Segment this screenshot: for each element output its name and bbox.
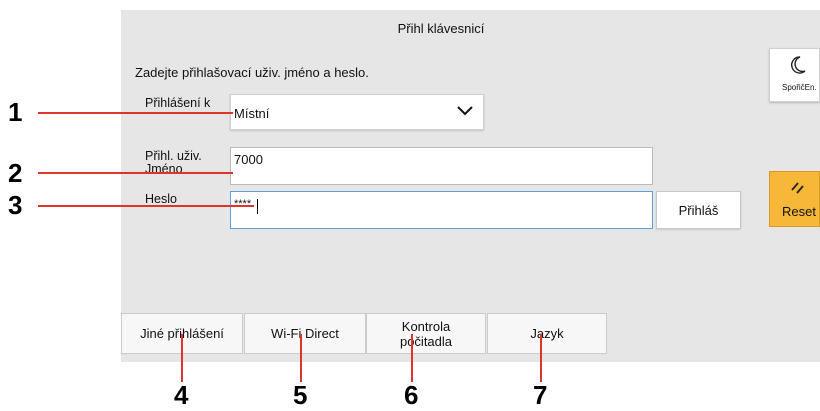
language-button[interactable]: Jazyk (487, 313, 607, 354)
callout-number-1: 1 (8, 97, 23, 127)
reset-icon (791, 182, 804, 194)
password-field[interactable]: **** (230, 191, 653, 229)
callout-line-1 (38, 112, 233, 114)
username-value: 7000 (234, 152, 263, 167)
username-field[interactable]: 7000 (230, 147, 653, 185)
sleep-label: SpořičEn. (782, 83, 817, 92)
counter-check-button[interactable]: Kontrola počitadla (366, 313, 486, 354)
instruction-text: Zadejte přihlašovací uživ. jméno a heslo… (135, 65, 369, 80)
callout-line-6 (411, 334, 413, 382)
login-to-value: Místní (234, 106, 270, 121)
login-to-label: Přihlášení k (145, 96, 211, 110)
callout-number-3: 3 (8, 190, 23, 220)
callout-number-6: 6 (404, 380, 419, 410)
callout-line-5 (300, 334, 302, 382)
callout-number-5: 5 (293, 380, 308, 410)
password-value: **** (234, 198, 252, 210)
callout-number-4: 4 (174, 380, 189, 410)
sleep-button[interactable]: SpořičEn. (769, 48, 820, 102)
moon-icon (791, 56, 806, 74)
callout-number-7: 7 (533, 380, 548, 410)
callout-line-4 (181, 334, 183, 382)
callout-line-3 (38, 205, 254, 207)
reset-label: Reset (782, 204, 816, 219)
wifi-direct-button[interactable]: Wi-Fi Direct (244, 313, 366, 354)
login-to-select[interactable]: Místní (230, 94, 484, 130)
login-button[interactable]: Přihláš (656, 191, 741, 229)
text-cursor (257, 199, 258, 214)
page-title: Přihl klávesnicí (397, 21, 485, 36)
callout-line-2 (38, 172, 233, 174)
login-panel (121, 10, 820, 362)
callout-line-7 (540, 334, 542, 382)
reset-button[interactable]: Reset (769, 171, 820, 227)
chevron-down-icon (457, 106, 473, 116)
callout-number-2: 2 (8, 158, 23, 188)
